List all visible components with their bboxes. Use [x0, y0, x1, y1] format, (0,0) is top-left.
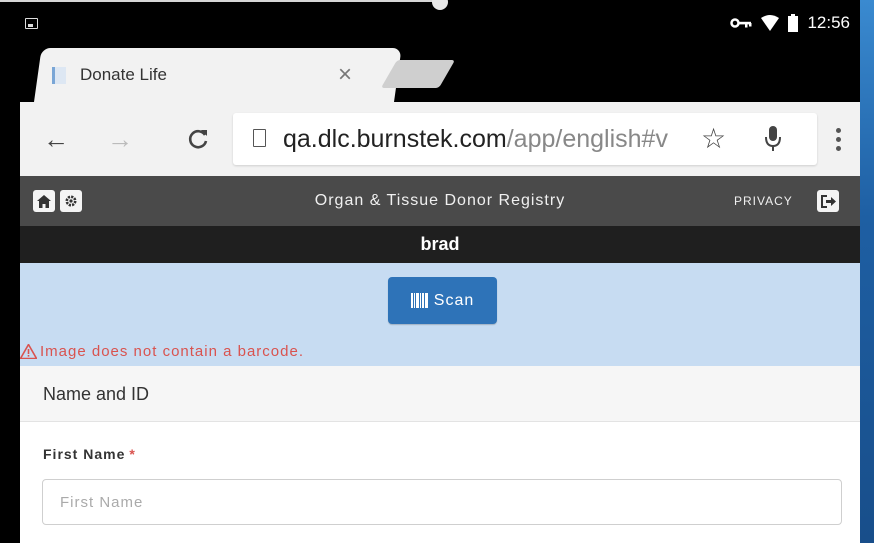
image-notification-icon [25, 18, 38, 29]
page-icon [253, 129, 266, 147]
logout-icon [820, 194, 836, 208]
tab-close-icon[interactable]: × [338, 60, 352, 90]
reload-button[interactable] [176, 102, 220, 176]
reload-icon [188, 129, 208, 149]
section-title: Name and ID [43, 384, 150, 404]
device-notch [432, 0, 448, 10]
tab-content[interactable]: Donate Life × [50, 48, 380, 102]
overflow-menu-icon [835, 127, 841, 151]
device-edge-line [0, 0, 440, 2]
barcode-icon [410, 293, 428, 308]
android-device-screen: 12:56 Donate Life × ← → qa.dlc.burnstek.… [0, 0, 860, 543]
browser-toolbar: ← → qa.dlc.burnstek.com/app/english#v ☆ [20, 102, 860, 176]
desktop-background-edge [858, 0, 874, 543]
required-mark: * [129, 446, 136, 462]
logout-button[interactable] [817, 190, 839, 212]
tab-title: Donate Life [80, 65, 167, 84]
first-name-input[interactable] [42, 479, 842, 525]
scan-error-text: Image does not contain a barcode. [40, 343, 304, 360]
url-text[interactable]: qa.dlc.burnstek.com/app/english#v [283, 113, 713, 165]
warning-icon [20, 344, 37, 359]
overflow-menu-button[interactable] [818, 102, 858, 176]
url-host: qa.dlc.burnstek.com [283, 125, 507, 153]
privacy-link[interactable]: PRIVACY [734, 176, 793, 226]
forward-arrow-icon: → [107, 123, 133, 154]
app-header: Organ & Tissue Donor Registry PRIVACY [20, 176, 860, 226]
name-and-id-section: Name and ID [20, 366, 860, 422]
microphone-icon[interactable] [765, 125, 781, 153]
battery-icon [788, 14, 799, 32]
user-bar: brad [20, 226, 860, 263]
back-button[interactable]: ← [34, 102, 78, 176]
scan-panel: Scan Image does not contain a barcode. [20, 263, 860, 366]
status-bar: 12:56 [0, 0, 860, 48]
forward-button[interactable]: → [98, 102, 142, 176]
home-button[interactable] [33, 190, 55, 212]
web-content: Organ & Tissue Donor Registry PRIVACY br… [20, 176, 860, 543]
back-arrow-icon: ← [43, 123, 69, 154]
user-name: brad [420, 234, 460, 254]
settings-button[interactable] [60, 190, 82, 212]
scan-button-label: Scan [433, 291, 475, 309]
bookmark-star-icon[interactable]: ☆ [701, 113, 726, 165]
url-path: /app/english#v [506, 125, 668, 153]
scan-error-message: Image does not contain a barcode. [20, 343, 304, 360]
scan-button[interactable]: Scan [388, 277, 497, 324]
status-time: 12:56 [807, 13, 850, 32]
favicon-icon [52, 66, 66, 84]
wifi-icon [761, 15, 780, 31]
address-bar[interactable]: qa.dlc.burnstek.com/app/english#v ☆ [233, 113, 817, 165]
gear-icon [65, 195, 77, 207]
first-name-label-text: First Name [43, 446, 126, 462]
home-icon [37, 194, 51, 208]
key-icon [730, 18, 752, 28]
first-name-label: First Name * [43, 446, 136, 462]
status-icons: 12:56 [730, 13, 850, 33]
